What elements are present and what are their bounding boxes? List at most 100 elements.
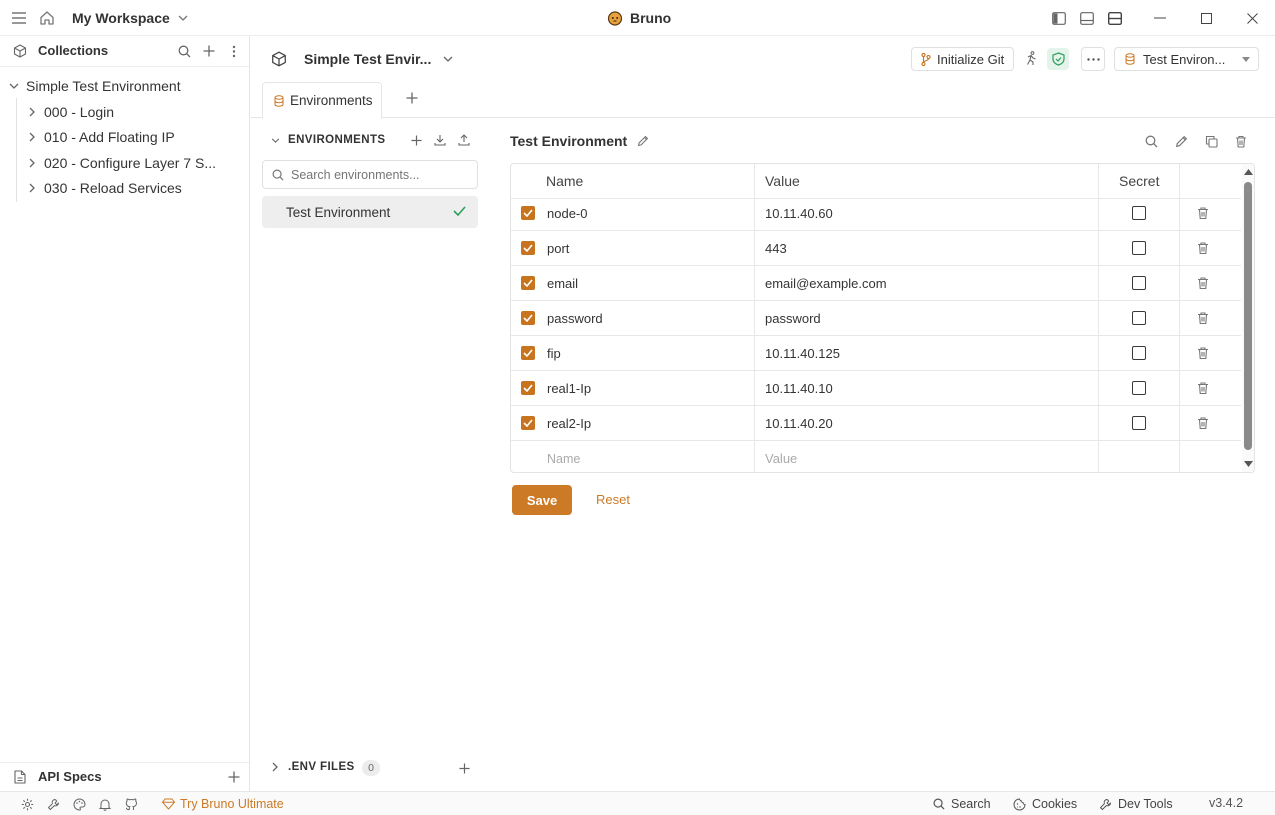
collection-header: Simple Test Envir... Initialize Git Test…: [251, 36, 1275, 80]
secret-checkbox[interactable]: [1132, 416, 1146, 430]
enabled-checkbox[interactable]: [521, 346, 535, 360]
trash-icon[interactable]: [1233, 133, 1249, 149]
close-icon[interactable]: [1244, 10, 1260, 26]
variable-value[interactable]: 10.11.40.125: [765, 336, 840, 370]
column-header-value: Value: [765, 173, 800, 189]
environment-name: Test Environment: [286, 204, 391, 220]
bell-icon[interactable]: [98, 797, 112, 811]
environment-list-item[interactable]: Test Environment: [262, 196, 478, 228]
collection-title-dropdown[interactable]: Simple Test Envir...: [304, 50, 453, 67]
enabled-checkbox[interactable]: [521, 381, 535, 395]
variable-name[interactable]: password: [547, 301, 603, 335]
secret-checkbox[interactable]: [1132, 276, 1146, 290]
variable-value[interactable]: email@example.com: [765, 266, 887, 300]
palette-icon[interactable]: [72, 797, 86, 811]
new-variable-value-input[interactable]: Value: [765, 441, 797, 472]
collection-simple-test-environment[interactable]: Simple Test Environment: [0, 73, 249, 98]
try-ultimate-link[interactable]: Try Bruno Ultimate: [162, 796, 284, 812]
variable-value[interactable]: 10.11.40.10: [765, 371, 833, 405]
enabled-checkbox[interactable]: [521, 241, 535, 255]
layout-left-icon[interactable]: [1051, 10, 1067, 26]
home-icon[interactable]: [38, 9, 56, 27]
delete-row-icon[interactable]: [1197, 266, 1209, 300]
enabled-checkbox[interactable]: [521, 206, 535, 220]
add-env-file-icon[interactable]: [457, 761, 471, 775]
status-cookies[interactable]: Cookies: [1013, 796, 1077, 812]
more-horizontal-icon[interactable]: [1081, 47, 1105, 71]
variable-value[interactable]: 10.11.40.60: [765, 196, 833, 230]
secret-checkbox[interactable]: [1132, 241, 1146, 255]
variable-value[interactable]: 10.11.40.20: [765, 406, 833, 440]
variable-name[interactable]: port: [547, 231, 569, 265]
save-button[interactable]: Save: [512, 485, 572, 515]
initialize-git-button[interactable]: Initialize Git: [911, 47, 1014, 71]
settings-gear-icon[interactable]: [20, 797, 34, 811]
more-vertical-icon[interactable]: [226, 43, 242, 59]
enabled-checkbox[interactable]: [521, 311, 535, 325]
search-icon[interactable]: [176, 43, 192, 59]
edit-icon[interactable]: [1173, 133, 1189, 149]
secret-checkbox[interactable]: [1132, 206, 1146, 220]
delete-row-icon[interactable]: [1197, 301, 1209, 335]
environment-search[interactable]: [262, 160, 478, 189]
chevron-down-icon[interactable]: [270, 135, 280, 145]
variable-value[interactable]: 443: [765, 231, 787, 265]
folder-item[interactable]: 000 - Login: [0, 99, 249, 124]
delete-row-icon[interactable]: [1197, 406, 1209, 440]
new-variable-row: Name Value: [511, 441, 1241, 472]
app-title: Bruno: [606, 9, 671, 27]
reset-button[interactable]: Reset: [596, 492, 630, 507]
workspace-selector[interactable]: My Workspace: [72, 9, 188, 27]
variable-name[interactable]: real1-Ip: [547, 371, 591, 405]
wrench-icon[interactable]: [46, 797, 60, 811]
copy-icon[interactable]: [1203, 133, 1219, 149]
folder-item[interactable]: 030 - Reload Services: [0, 175, 249, 200]
secret-checkbox[interactable]: [1132, 381, 1146, 395]
secret-checkbox[interactable]: [1132, 346, 1146, 360]
delete-row-icon[interactable]: [1197, 371, 1209, 405]
status-devtools[interactable]: Dev Tools: [1099, 796, 1173, 812]
layout-bottom-icon[interactable]: [1079, 10, 1095, 26]
environment-selector[interactable]: Test Environ...: [1114, 47, 1259, 71]
delete-row-icon[interactable]: [1197, 196, 1209, 230]
variable-value[interactable]: password: [765, 301, 821, 335]
maximize-icon[interactable]: [1198, 10, 1214, 26]
github-icon[interactable]: [124, 797, 138, 811]
variable-name[interactable]: email: [547, 266, 578, 300]
variable-name[interactable]: real2-Ip: [547, 406, 591, 440]
chevron-down-icon: [178, 15, 188, 21]
menu-icon[interactable]: [10, 9, 28, 27]
folder-item[interactable]: 020 - Configure Layer 7 S...: [0, 150, 249, 175]
minimize-icon[interactable]: [1152, 10, 1168, 26]
delete-row-icon[interactable]: [1197, 231, 1209, 265]
folder-item[interactable]: 010 - Add Floating IP: [0, 124, 249, 149]
shield-check-icon[interactable]: [1047, 48, 1069, 70]
layout-split-icon[interactable]: [1107, 10, 1123, 26]
api-specs-section[interactable]: API Specs: [0, 764, 249, 790]
chevron-right-icon[interactable]: [271, 762, 279, 772]
enabled-checkbox[interactable]: [521, 416, 535, 430]
version-label: v3.4.2: [1209, 796, 1244, 810]
search-icon[interactable]: [1143, 133, 1159, 149]
enabled-checkbox[interactable]: [521, 276, 535, 290]
add-collection-icon[interactable]: [201, 43, 217, 59]
add-tab-icon[interactable]: [404, 90, 420, 106]
new-variable-name-input[interactable]: Name: [547, 441, 580, 472]
edit-pencil-icon[interactable]: [637, 135, 649, 147]
scrollbar-thumb[interactable]: [1244, 182, 1252, 450]
add-environment-icon[interactable]: [409, 133, 423, 147]
status-search[interactable]: Search: [933, 796, 991, 812]
add-api-spec-icon[interactable]: [226, 769, 242, 785]
tab-label: Environments: [290, 93, 373, 108]
runner-icon[interactable]: [1023, 50, 1039, 67]
delete-row-icon[interactable]: [1197, 336, 1209, 370]
environment-search-input[interactable]: [291, 167, 471, 182]
status-cookies-label: Cookies: [1032, 797, 1078, 811]
export-icon[interactable]: [457, 133, 471, 147]
variable-name[interactable]: node-0: [547, 196, 587, 230]
import-icon[interactable]: [433, 133, 447, 147]
variable-name[interactable]: fip: [547, 336, 561, 370]
secret-checkbox[interactable]: [1132, 311, 1146, 325]
tab-environments[interactable]: Environments: [262, 82, 382, 119]
table-scrollbar[interactable]: [1242, 164, 1254, 472]
